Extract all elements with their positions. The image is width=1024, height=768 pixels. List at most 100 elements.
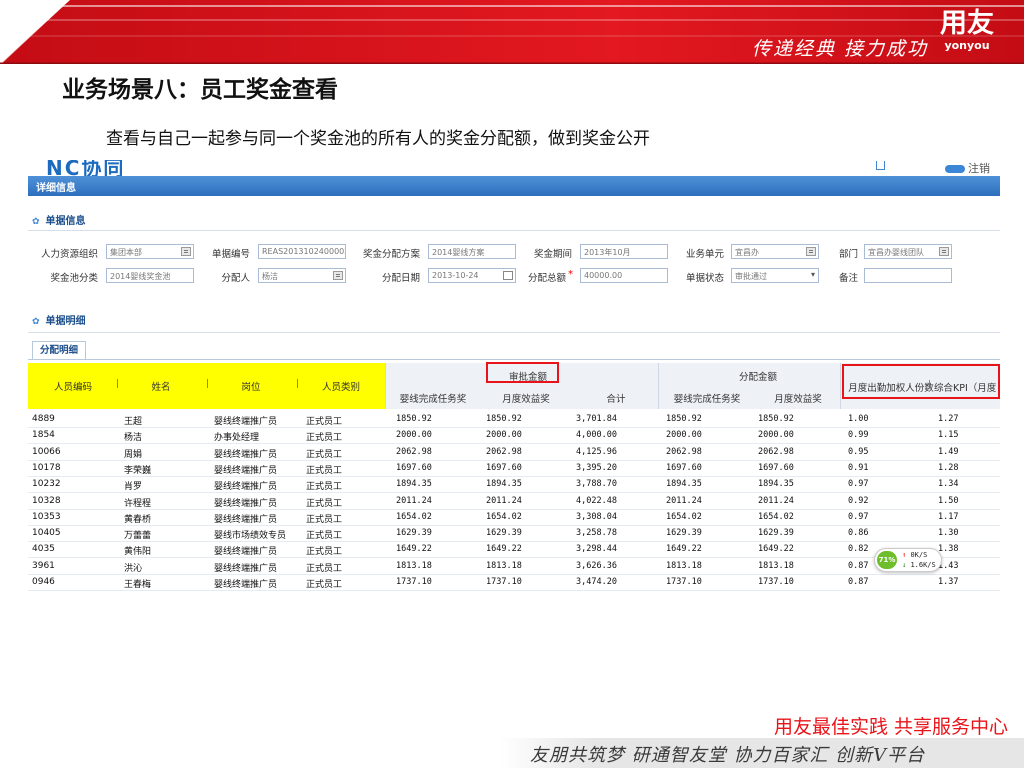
cell-position: 婴线终端推广员 <box>214 563 278 574</box>
section-bill-detail-label: 单据明细 <box>45 316 86 327</box>
th-monthly-bonus[interactable]: 月度效益奖 <box>486 391 566 405</box>
cell-task-bonus: 1629.39 <box>396 528 432 539</box>
cell-attendance: 1.00 <box>848 414 869 424</box>
field-allocator[interactable]: 杨洁 <box>258 268 346 283</box>
cell-attendance: 0.91 <box>848 462 869 473</box>
label-allocator: 分配人 <box>221 273 250 284</box>
speed-percent: 71% <box>877 551 897 569</box>
cell-category: 正式员工 <box>306 417 343 427</box>
table-row[interactable]: 10353 黄春桥 婴线终端推广员 正式员工 1654.02 1654.02 3,308.0… <box>28 510 1000 526</box>
cell-attendance: 0.99 <box>848 430 869 441</box>
label-period: 奖金期间 <box>533 249 572 260</box>
cell-position: 婴线终端推广员 <box>214 498 278 509</box>
th-name[interactable]: 姓名 <box>126 379 196 393</box>
field-remark[interactable] <box>864 268 952 283</box>
net-speed-widget[interactable]: 71% ↑ 0K/S ↓ 1.6K/S <box>874 548 942 572</box>
cell-total: 3,474.20 <box>576 577 617 587</box>
cell-total: 3,626.36 <box>576 560 617 571</box>
slide-title: 业务场景八：员工奖金查看 <box>62 77 338 103</box>
cell-kpi: 1.38 <box>938 544 959 555</box>
table-row[interactable]: 4889 王超 婴线终端推广员 正式员工 1850.92 1850.92 3,701.84 1… <box>28 412 1000 428</box>
field-dept[interactable]: 宜昌办婴线团队 <box>864 244 952 259</box>
cell-task-bonus-2: 1737.10 <box>666 577 702 587</box>
cell-code: 10405 <box>32 528 61 539</box>
table-row[interactable]: 0946 王春梅 婴线终端推广员 正式员工 1737.10 1737.10 3,474.20… <box>28 575 1000 591</box>
th-divider: | <box>296 379 300 389</box>
table-row[interactable]: 4035 黄伟阳 婴线终端推广员 正式员工 1649.22 1649.22 3,298.44… <box>28 542 1000 559</box>
cell-category: 正式员工 <box>306 563 343 574</box>
logout-label: 注销 <box>968 162 990 175</box>
lookup-icon[interactable] <box>939 247 949 256</box>
cell-task-bonus: 1850.92 <box>396 414 432 424</box>
cell-task-bonus-2: 1894.35 <box>666 479 702 490</box>
cart-icon[interactable] <box>876 161 885 170</box>
cell-task-bonus-2: 2011.24 <box>666 495 702 506</box>
cell-task-bonus: 1813.18 <box>396 560 432 571</box>
cell-attendance: 0.95 <box>848 446 869 457</box>
th-task-bonus[interactable]: 婴线完成任务奖 <box>388 391 478 405</box>
th-monthly-bonus-2[interactable]: 月度效益奖 <box>758 391 838 405</box>
cell-category: 正式员工 <box>306 531 343 542</box>
col-divider <box>385 363 386 409</box>
cell-code: 4035 <box>32 544 55 555</box>
label-total: 分配总额 <box>527 273 566 284</box>
section-bill-detail[interactable]: ✿ 单据明细 <box>32 312 86 327</box>
table-row[interactable]: 10405 万蕾蕾 婴线市场绩效专员 正式员工 1629.39 1629.39 3,258.… <box>28 526 1000 543</box>
label-pool-class: 奖金池分类 <box>50 273 98 284</box>
cell-code: 10353 <box>32 511 61 522</box>
cell-code: 0946 <box>32 577 55 587</box>
table-row[interactable]: 10232 肖罗 婴线终端推广员 正式员工 1894.35 1894.35 3,788.70… <box>28 477 1000 494</box>
cell-code: 3961 <box>32 560 55 571</box>
field-bill-no[interactable]: REAS20131024000029 <box>258 244 346 259</box>
cell-monthly-bonus-2: 1894.35 <box>758 479 794 490</box>
logo-en: yonyou <box>944 39 990 52</box>
cell-position: 婴线终端推广员 <box>214 580 278 590</box>
field-allocator-value: 杨洁 <box>262 272 278 281</box>
cell-monthly-bonus: 1697.60 <box>486 462 522 473</box>
arrow-up-icon: ↑ <box>902 551 907 559</box>
table-row[interactable]: 1854 杨洁 办事处经理 正式员工 2000.00 2000.00 4,000.00 200… <box>28 428 1000 445</box>
table-row[interactable]: 10328 许程程 婴线终端推广员 正式员工 2011.24 2011.24 4,022.4… <box>28 494 1000 510</box>
tab-alloc-detail[interactable]: 分配明细 <box>32 341 86 360</box>
th-kpi[interactable]: 综合KPI（月度 <box>934 380 1000 394</box>
cell-monthly-bonus: 1894.35 <box>486 479 522 490</box>
field-alloc-date-value: 2013-10-24 <box>432 271 479 280</box>
table-row[interactable]: 10066 周娟 婴线终端推广员 正式员工 2062.98 2062.98 4,125.96… <box>28 445 1000 461</box>
section-divider <box>28 230 1000 231</box>
cell-category: 正式员工 <box>306 580 343 590</box>
header-slogan: 传递经典 接力成功 <box>751 38 928 60</box>
th-code[interactable]: 人员编码 <box>38 379 108 393</box>
section-bill-info[interactable]: ✿ 单据信息 <box>32 212 86 227</box>
lookup-icon[interactable] <box>333 271 343 280</box>
bill-form: 人力资源组织 集团本部 单据编号 REAS20131024000029 奖金分配… <box>28 244 1000 288</box>
cell-total: 3,788.70 <box>576 479 617 490</box>
cell-monthly-bonus-2: 1850.92 <box>758 414 794 424</box>
user-icon <box>945 165 965 173</box>
th-category[interactable]: 人员类别 <box>306 379 376 393</box>
highlight-approved-box <box>486 362 559 383</box>
cell-total: 4,022.48 <box>576 495 617 506</box>
th-total[interactable]: 合计 <box>576 391 656 405</box>
th-group-allocated: 分配金额 <box>738 372 777 383</box>
slide-subtitle: 查看与自己一起参与同一个奖金池的所有人的奖金分配额，做到奖金公开 <box>106 129 650 149</box>
cell-monthly-bonus-2: 1697.60 <box>758 462 794 473</box>
th-task-bonus-2[interactable]: 婴线完成任务奖 <box>662 391 752 405</box>
th-position[interactable]: 岗位 <box>216 379 286 393</box>
logout-link[interactable]: 注销 <box>945 160 990 176</box>
table-row[interactable]: 3961 洪沁 婴线终端推广员 正式员工 1813.18 1813.18 3,626.36 1… <box>28 559 1000 575</box>
col-divider <box>840 363 841 409</box>
cell-task-bonus-2: 2062.98 <box>666 446 702 457</box>
label-biz-unit: 业务单元 <box>685 249 724 260</box>
section-divider <box>28 332 1000 333</box>
download-speed: ↓ 1.6K/S <box>902 561 936 569</box>
cell-total: 3,258.78 <box>576 528 617 539</box>
cell-task-bonus: 1697.60 <box>396 462 432 473</box>
cell-monthly-bonus: 1654.02 <box>486 511 522 522</box>
cell-task-bonus: 2011.24 <box>396 495 432 506</box>
table-row[interactable]: 10178 李荣巍 婴线终端推广员 正式员工 1697.60 1697.60 3,395.2… <box>28 461 1000 477</box>
cell-monthly-bonus-2: 2011.24 <box>758 495 794 506</box>
th-attendance[interactable]: 月度出勤加权人份数 <box>846 380 936 394</box>
cell-code: 10066 <box>32 446 61 457</box>
cell-task-bonus: 1654.02 <box>396 511 432 522</box>
cell-task-bonus-2: 1813.18 <box>666 560 702 571</box>
